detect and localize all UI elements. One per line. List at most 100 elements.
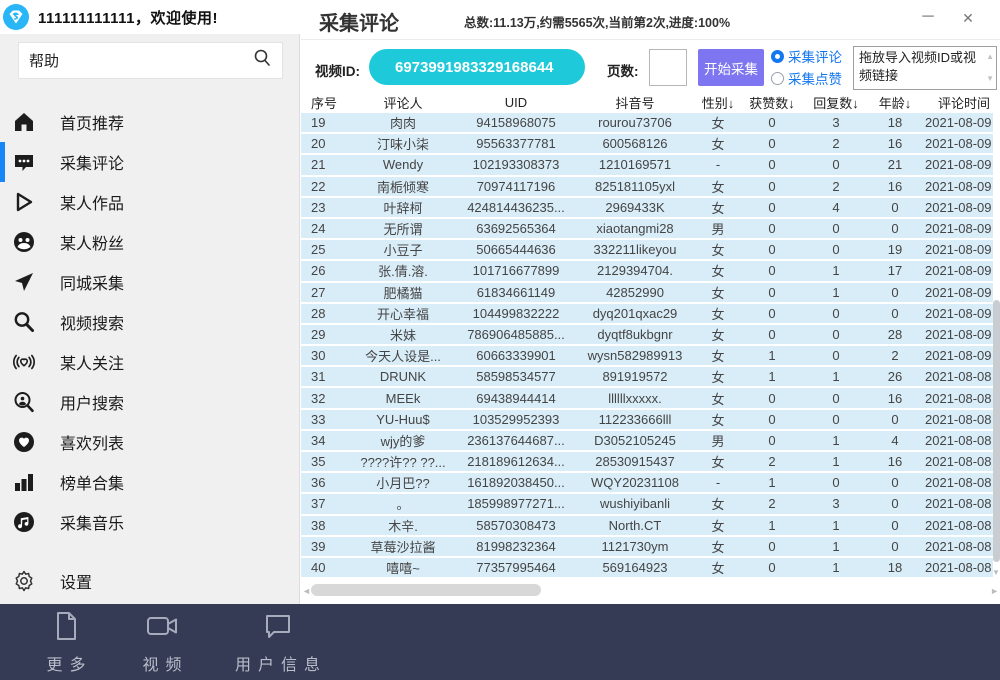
- vertical-scrollbar[interactable]: ▼: [992, 113, 1000, 580]
- sidebar-item-user-fans[interactable]: 某人粉丝: [0, 222, 300, 262]
- sidebar-item-video-search[interactable]: 视频搜索: [0, 302, 300, 342]
- table-row[interactable]: 38木辛.58570308473North.CT女1102021-08-08 2…: [301, 516, 993, 537]
- file-icon: [51, 610, 81, 647]
- table-cell: 。: [349, 494, 457, 513]
- scroll-left-arrow-icon[interactable]: ◄: [302, 586, 311, 596]
- table-row[interactable]: 22南栀倾寒70974117196825181105yxl女02162021-0…: [301, 177, 993, 198]
- table-cell: 0: [741, 200, 803, 215]
- table-header-cell[interactable]: UID: [457, 95, 575, 110]
- table-cell: 94158968075: [457, 115, 575, 130]
- table-cell: 60663339901: [457, 348, 575, 363]
- table-row[interactable]: 25小豆子50665444636332211likeyou女00192021-0…: [301, 240, 993, 261]
- table-header-cell[interactable]: 获赞数↓: [741, 93, 803, 112]
- table-cell: 无所谓: [349, 219, 457, 238]
- vertical-scrollbar-thumb[interactable]: [993, 300, 1000, 562]
- table-row[interactable]: 24无所谓63692565364xiaotangmi28男0002021-08-…: [301, 219, 993, 240]
- table-row[interactable]: 36小月巴??161892038450...WQY20231108-100202…: [301, 473, 993, 494]
- radio-selected-icon[interactable]: [771, 50, 784, 63]
- sidebar-item-settings[interactable]: 设置: [0, 561, 300, 601]
- table-header-cell[interactable]: 回复数↓: [803, 93, 869, 112]
- radio-collect-comments[interactable]: 采集评论: [771, 45, 861, 67]
- table-row[interactable]: 32MEEk69438944414llllllxxxxx.女00162021-0…: [301, 388, 993, 409]
- drop-import-area[interactable]: 拖放导入视频ID或视频链接 ▲ ▼: [853, 46, 997, 90]
- table-row[interactable]: 30今天人设是...60663339901wysn582989913女10220…: [301, 346, 993, 367]
- table-header-cell[interactable]: 评论时间: [921, 93, 1000, 112]
- table-row[interactable]: 23叶辞柯424814436235...2969433K女0402021-08-…: [301, 198, 993, 219]
- bottom-item-more[interactable]: 更多: [36, 610, 96, 675]
- radio-unselected-icon[interactable]: [771, 72, 784, 85]
- sidebar-item-collect-music[interactable]: 采集音乐: [0, 502, 300, 542]
- table-header-cell[interactable]: 年龄↓: [869, 93, 921, 112]
- pages-input[interactable]: [649, 49, 687, 86]
- sidebar-item-ranking-collection[interactable]: 榜单合集: [0, 462, 300, 502]
- table-row[interactable]: 35????许?? ??...218189612634...2853091543…: [301, 452, 993, 473]
- sidebar-item-city-collect[interactable]: 同城采集: [0, 262, 300, 302]
- bottom-item-video[interactable]: 视频: [132, 610, 192, 675]
- horizontal-scrollbar[interactable]: ◄ ►: [301, 583, 1000, 597]
- table-row[interactable]: 34wjy的爹236137644687...D3052105245男014202…: [301, 431, 993, 452]
- magnifier-icon[interactable]: [252, 48, 272, 73]
- table-cell: 小豆子: [349, 240, 457, 259]
- table-cell: 185998977271...: [457, 496, 575, 511]
- sidebar-item-user-follows[interactable]: 某人关注: [0, 342, 300, 382]
- table-row[interactable]: 19肉肉94158968075rourou73706女03182021-08-0…: [301, 113, 993, 134]
- table-row[interactable]: 21Wendy1021933083731210169571-00212021-0…: [301, 155, 993, 176]
- table-cell: 女: [695, 537, 741, 556]
- table-cell: 米妹: [349, 325, 457, 344]
- table-cell: 0: [741, 391, 803, 406]
- table-row[interactable]: 31DRUNK58598534577891919572女11262021-08-…: [301, 367, 993, 388]
- table-header-cell[interactable]: 评论人: [349, 93, 457, 112]
- video-id-input[interactable]: [369, 49, 585, 85]
- table-cell: 男: [695, 431, 741, 450]
- table-row[interactable]: 27肥橘猫6183466114942852990女0102021-08-09 1…: [301, 283, 993, 304]
- close-button[interactable]: ✕: [958, 8, 978, 28]
- scroll-down-arrow-icon[interactable]: ▼: [992, 568, 1000, 578]
- table-cell: 0: [869, 475, 921, 490]
- table-header-cell[interactable]: 性别↓: [695, 93, 741, 112]
- table-cell: 34: [301, 433, 349, 448]
- table-row[interactable]: 40嘻嘻~77357995464569164923女01182021-08-08…: [301, 558, 993, 579]
- radio-collect-likes[interactable]: 采集点赞: [771, 67, 861, 89]
- minimize-button[interactable]: ─: [918, 8, 938, 28]
- table-cell: 28530915437: [575, 454, 695, 469]
- help-search-input[interactable]: [29, 52, 252, 69]
- table-row[interactable]: 29米妹786906485885...dyqtf8ukbgnr女00282021…: [301, 325, 993, 346]
- sidebar-item-home-feed[interactable]: 首页推荐: [0, 102, 300, 142]
- table-cell: 女: [695, 410, 741, 429]
- table-cell: 95563377781: [457, 136, 575, 151]
- table-cell: 24: [301, 221, 349, 236]
- table-cell: 1: [741, 369, 803, 384]
- sidebar-item-collect-comments[interactable]: 采集评论: [0, 142, 300, 182]
- table-row[interactable]: 26张.倩.溶.1017166778992129394704.女01172021…: [301, 261, 993, 282]
- table-cell: llllllxxxxx.: [575, 391, 695, 406]
- table-cell: ????许?? ??...: [349, 452, 457, 471]
- help-search-box[interactable]: [18, 42, 283, 79]
- table-row[interactable]: 28开心幸福104499832222dyq201qxac29女0002021-0…: [301, 304, 993, 325]
- table-cell: 21: [869, 157, 921, 172]
- table-cell: 2021-08-09 11:0: [921, 306, 993, 321]
- table-cell: 女: [695, 346, 741, 365]
- bottom-item-user-info[interactable]: 用户信息: [228, 610, 327, 675]
- table-cell: -: [695, 157, 741, 172]
- start-collect-button[interactable]: 开始采集: [698, 49, 764, 86]
- table-header-cell[interactable]: 序号: [301, 93, 349, 112]
- table-cell: 2021-08-09 10:4: [921, 327, 993, 342]
- table-cell: 2021-08-09 23:5: [921, 115, 993, 130]
- table-cell: 0: [803, 242, 869, 257]
- table-cell: 33: [301, 412, 349, 427]
- table-row[interactable]: 37。185998977271...wushiyibanli女2302021-0…: [301, 494, 993, 515]
- scroll-down-icon[interactable]: ▼: [986, 70, 994, 88]
- horizontal-scrollbar-thumb[interactable]: [311, 584, 541, 596]
- table-cell: 0: [803, 157, 869, 172]
- sidebar-item-like-list[interactable]: 喜欢列表: [0, 422, 300, 462]
- table-row[interactable]: 33YU-Huu$103529952393112233666lll女000202…: [301, 410, 993, 431]
- table-cell: 16: [869, 179, 921, 194]
- table-row[interactable]: 39草莓沙拉酱819982323641121730ym女0102021-08-0…: [301, 537, 993, 558]
- scroll-up-icon[interactable]: ▲: [986, 48, 994, 66]
- scroll-right-arrow-icon[interactable]: ►: [990, 586, 999, 596]
- table-header-cell[interactable]: 抖音号: [575, 93, 695, 112]
- sidebar-item-user-works[interactable]: 某人作品: [0, 182, 300, 222]
- sidebar-item-user-search[interactable]: 用户搜索: [0, 382, 300, 422]
- table-row[interactable]: 20汀味小柒95563377781600568126女02162021-08-0…: [301, 134, 993, 155]
- sidebar-item-label: 采集评论: [60, 150, 124, 174]
